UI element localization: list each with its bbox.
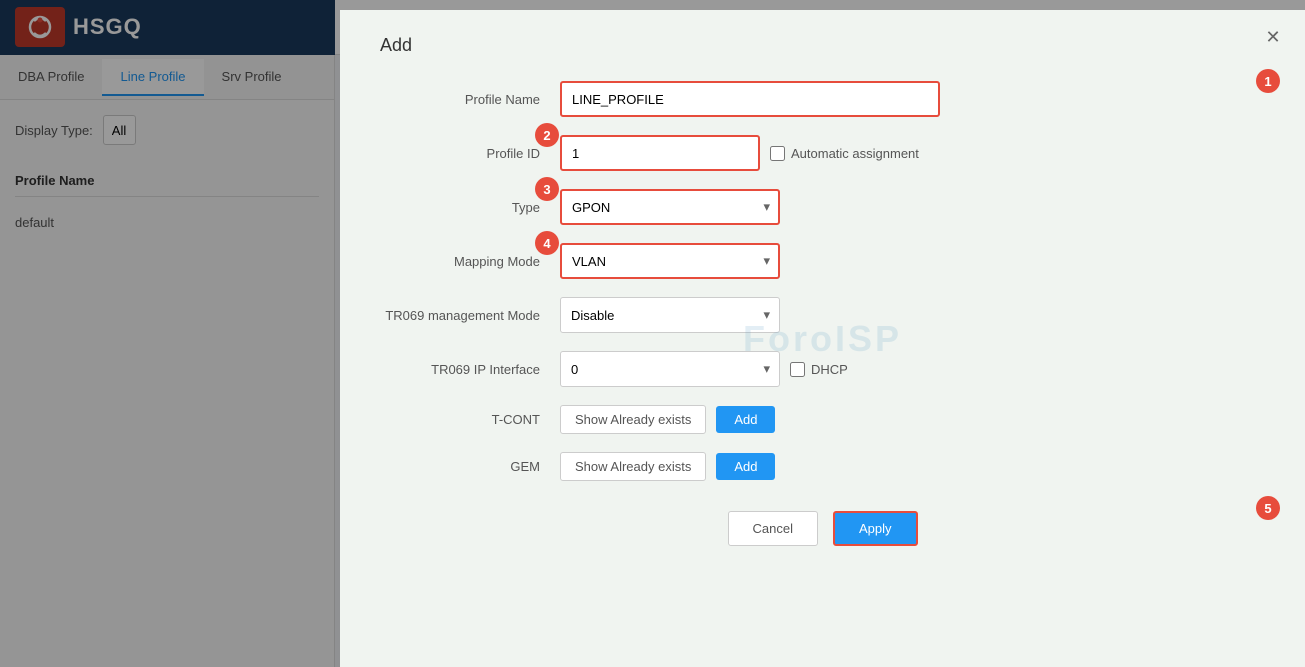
tcont-control: Show Already exists Add xyxy=(560,405,1265,434)
modal-title: Add xyxy=(380,35,1265,56)
gem-add-button[interactable]: Add xyxy=(716,453,775,480)
dhcp-checkbox[interactable] xyxy=(790,362,805,377)
gem-control: Show Already exists Add xyxy=(560,452,1265,481)
type-label: Type xyxy=(380,200,560,215)
mapping-select-wrap: VLAN GEM Port xyxy=(560,243,780,279)
profile-id-label: Profile ID xyxy=(380,146,560,161)
profile-name-row: Profile Name 1 xyxy=(380,81,1265,117)
cancel-button[interactable]: Cancel xyxy=(728,511,818,546)
gem-label: GEM xyxy=(380,459,560,474)
profile-id-input[interactable] xyxy=(560,135,760,171)
step-badge-4: 4 xyxy=(535,231,559,255)
mapping-mode-label: Mapping Mode xyxy=(380,254,560,269)
tr069-ip-select[interactable]: 0 1 2 xyxy=(560,351,780,387)
apply-button[interactable]: Apply xyxy=(833,511,918,546)
tr069-ip-label: TR069 IP Interface xyxy=(380,362,560,377)
auto-assign-wrap: Automatic assignment xyxy=(770,146,919,161)
tr069-ip-row: TR069 IP Interface 0 1 2 DHCP xyxy=(380,351,1265,387)
profile-id-control: Automatic assignment xyxy=(560,135,1265,171)
tr069-ip-select-wrap: 0 1 2 xyxy=(560,351,780,387)
auto-assign-checkbox[interactable] xyxy=(770,146,785,161)
modal-close-button[interactable]: ✕ xyxy=(1261,25,1285,49)
tcont-label: T-CONT xyxy=(380,412,560,427)
step-badge-1: 1 xyxy=(1256,69,1280,93)
profile-id-row: Profile ID Automatic assignment 2 xyxy=(380,135,1265,171)
dhcp-label: DHCP xyxy=(811,362,848,377)
profile-name-input[interactable] xyxy=(560,81,940,117)
step-badge-3: 3 xyxy=(535,177,559,201)
step-badge-5: 5 xyxy=(1256,496,1280,520)
gem-row: GEM Show Already exists Add xyxy=(380,452,1265,481)
type-select-wrap: GPON EPON XG-PON xyxy=(560,189,780,225)
tr069-mode-control: Disable Enable xyxy=(560,297,1265,333)
tcont-row: T-CONT Show Already exists Add xyxy=(380,405,1265,434)
gem-show-exists-button[interactable]: Show Already exists xyxy=(560,452,706,481)
type-control: GPON EPON XG-PON xyxy=(560,189,1265,225)
tr069-mode-label: TR069 management Mode xyxy=(380,308,560,323)
auto-assign-label: Automatic assignment xyxy=(791,146,919,161)
tr069-mode-row: TR069 management Mode Disable Enable xyxy=(380,297,1265,333)
tr069-ip-control: 0 1 2 DHCP xyxy=(560,351,1265,387)
type-row: Type GPON EPON XG-PON 3 xyxy=(380,189,1265,225)
tr069-mode-select[interactable]: Disable Enable xyxy=(560,297,780,333)
profile-name-label: Profile Name xyxy=(380,92,560,107)
type-select[interactable]: GPON EPON XG-PON xyxy=(560,189,780,225)
tr069-select-wrap: Disable Enable xyxy=(560,297,780,333)
tcont-add-button[interactable]: Add xyxy=(716,406,775,433)
profile-name-control xyxy=(560,81,1265,117)
modal-footer: Cancel Apply 5 xyxy=(380,511,1265,546)
mapping-mode-row: Mapping Mode VLAN GEM Port 4 xyxy=(380,243,1265,279)
step-badge-2: 2 xyxy=(535,123,559,147)
dhcp-wrap: DHCP xyxy=(790,362,848,377)
mapping-mode-control: VLAN GEM Port xyxy=(560,243,1265,279)
tcont-show-exists-button[interactable]: Show Already exists xyxy=(560,405,706,434)
modal-dialog: ✕ Add ForoISP Profile Name 1 Profile ID … xyxy=(340,10,1305,667)
mapping-mode-select[interactable]: VLAN GEM Port xyxy=(560,243,780,279)
